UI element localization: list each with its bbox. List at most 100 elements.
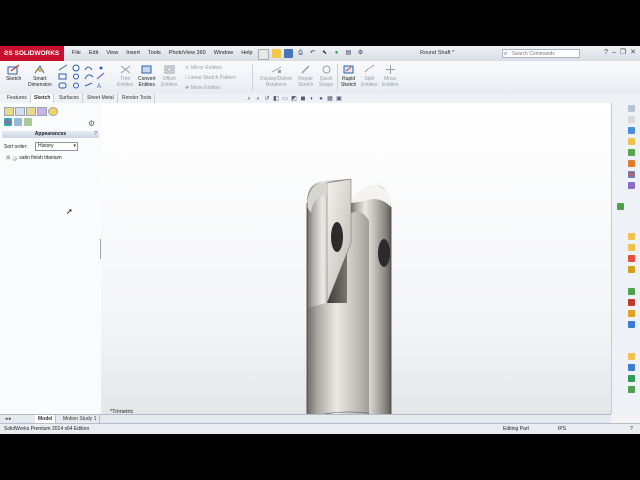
display-manager-tab-icon[interactable] [48,107,58,116]
graphics-area[interactable]: *Trimetric [101,103,611,415]
tab-motion-study[interactable]: Motion Study 1 [60,415,101,423]
file-properties-icon[interactable]: ▤ [344,49,353,58]
toolbar-icon-e[interactable] [628,288,635,295]
dimxpert-tab-icon[interactable] [37,107,47,116]
view-orientation-icon[interactable]: ◩ [291,96,297,102]
tab-sheet-metal[interactable]: Sheet Metal [84,94,118,103]
restore-icon[interactable]: ❐ [620,48,626,58]
task-pane-expand-icon[interactable] [628,105,635,112]
convert-entities-button[interactable]: Convert Entities [138,64,156,88]
display-delete-relations-button[interactable]: Display/Delete Relations [260,64,292,88]
open-folder-icon[interactable] [272,49,281,58]
help-icon[interactable]: ? [604,48,608,58]
close-icon[interactable]: ✕ [630,48,636,58]
tab-scroll-arrows[interactable]: ◂ ▸ [2,415,39,423]
appearances-subtab-icon[interactable] [4,118,12,126]
repair-sketch-icon [301,65,310,74]
move-entities-large-button[interactable]: Move Entities [382,64,398,88]
expand-icon[interactable]: ⊞ [6,155,10,162]
toolbar-icon-l[interactable] [628,386,635,393]
appearance-item[interactable]: ⊞ satin finish titanium [6,155,62,162]
units-text[interactable]: IPS [558,424,566,434]
sort-order-select[interactable]: History ▾ [35,142,78,151]
search-commands-field[interactable]: ⌕ Search Commands [502,49,580,58]
tab-sketch[interactable]: Sketch [31,94,55,103]
toolbar-icon-j[interactable] [628,364,635,371]
print-icon[interactable]: ⎙ [296,49,305,58]
undo-icon[interactable]: ↶ [308,49,317,58]
menu-tools[interactable]: Tools [144,46,165,61]
scroll-left-icon[interactable]: ◂ [5,416,8,422]
resources-icon[interactable] [628,116,635,123]
split-entities-button[interactable]: Split Entities [361,64,377,88]
quick-snaps-icon [322,65,331,74]
solidworks-forum-icon[interactable] [617,203,624,210]
toolbar-icon-h[interactable] [628,321,635,328]
toolbar-icon-g[interactable] [628,310,635,317]
quick-snaps-button[interactable]: Quick Snaps [319,64,333,88]
round-shaft-model[interactable] [101,103,611,414]
mirror-entities-button[interactable]: ⚟ Mirror Entities [185,65,222,72]
menu-help[interactable]: Help [237,46,256,61]
scroll-right-icon[interactable]: ▸ [9,416,12,422]
zoom-area-icon[interactable]: ⌕ [255,96,261,102]
hide-show-items-icon[interactable]: ◐ [309,96,315,102]
save-icon[interactable] [284,49,293,58]
edit-appearance-icon[interactable]: ● [318,96,324,102]
scene-subtab-icon[interactable] [24,118,32,126]
design-library-icon[interactable] [628,127,635,134]
options-icon[interactable]: ⚙ [356,49,365,58]
offset-entities-button[interactable]: Offset Entities [161,64,177,88]
sketch-button[interactable]: Sketch [6,64,21,82]
rebuild-icon[interactable]: ● [332,49,341,58]
linear-sketch-pattern-button[interactable]: ⁞ Linear Sketch Pattern [185,75,236,82]
toolbar-icon-b[interactable] [628,244,635,251]
menu-view[interactable]: View [102,46,122,61]
status-help-icon[interactable]: ? [630,424,633,434]
settings-gear-icon[interactable]: ⚙ [88,119,97,128]
tab-surfaces[interactable]: Surfaces [56,94,83,103]
select-icon[interactable]: ⬉ [320,49,329,58]
dynamic-annotation-icon[interactable]: ▭ [282,96,288,102]
appearances-scenes-icon[interactable] [628,171,635,178]
file-explorer-icon[interactable] [628,138,635,145]
menu-file[interactable]: File [68,46,85,61]
toolbar-icon-k[interactable] [628,375,635,382]
toolbar-icon-f[interactable] [628,299,635,306]
tab-render-tools[interactable]: Render Tools [119,94,156,103]
view-settings-icon[interactable]: ▣ [336,96,342,102]
display-style-icon[interactable]: ◼ [300,96,306,102]
previous-view-icon[interactable]: ↺ [264,96,270,102]
menu-insert[interactable]: Insert [122,46,144,61]
minimize-icon[interactable]: – [612,48,616,58]
section-view-icon[interactable]: ◧ [273,96,279,102]
new-document-icon[interactable] [258,49,269,60]
toolbar-icon-d[interactable] [628,266,635,273]
solidworks-logo[interactable]: ƧS SOLIDWORKS [0,46,64,61]
move-entities-button[interactable]: ✥ Move Entities [185,85,221,92]
svg-text:A: A [97,84,101,90]
toolbar-icon-a[interactable] [628,233,635,240]
menu-window[interactable]: Window [210,46,238,61]
menu-edit[interactable]: Edit [85,46,102,61]
menu-photoview[interactable]: PhotoView 360 [165,46,210,61]
help-icon[interactable]: ? [94,131,97,138]
apply-scene-icon[interactable]: ▦ [327,96,333,102]
property-manager-tab-icon[interactable] [15,107,25,116]
trim-entities-button[interactable]: Trim Entities [117,64,133,88]
tab-features[interactable]: Features [4,94,31,103]
toolbar-icon-i[interactable] [628,353,635,360]
zoom-to-fit-icon[interactable]: ⌕ [246,96,252,102]
solidworks-window: ƧS SOLIDWORKS File Edit View Insert Tool… [0,46,640,434]
view-palette-icon[interactable] [628,160,635,167]
custom-properties-icon[interactable] [628,182,635,189]
feature-tree-tab-icon[interactable] [4,107,14,116]
repair-sketch-button[interactable]: Repair Sketch [298,64,313,88]
search-icon[interactable] [628,149,635,156]
configuration-tab-icon[interactable] [26,107,36,116]
toolbar-icon-c[interactable] [628,255,635,262]
smart-dimension-button[interactable]: Smart Dimension [28,64,52,88]
tab-model[interactable]: Model [35,415,57,423]
decals-subtab-icon[interactable] [14,118,22,126]
rapid-sketch-button[interactable]: Rapid Sketch [341,64,356,88]
